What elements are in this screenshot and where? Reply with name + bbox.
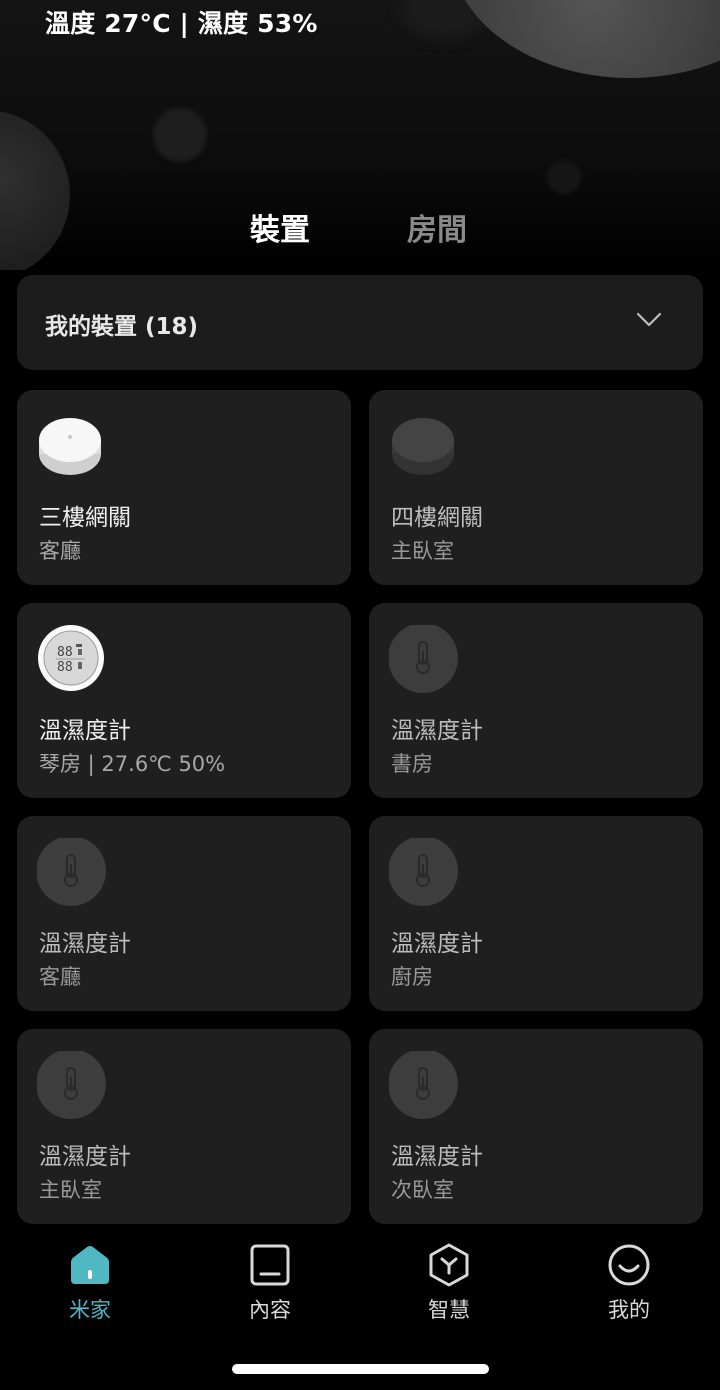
svg-text:88: 88 bbox=[57, 645, 73, 660]
device-room: 廚房 bbox=[391, 965, 433, 989]
thermometer-icon bbox=[388, 1049, 459, 1121]
device-name: 溫濕度計 bbox=[391, 1144, 483, 1170]
device-room: 次臥室 bbox=[391, 1178, 454, 1202]
device-name: 溫濕度計 bbox=[39, 718, 131, 744]
device-card[interactable]: 溫濕度計 客廳 bbox=[17, 816, 351, 1011]
device-group-title: 我的裝置 (18) bbox=[45, 314, 199, 340]
thermo-hygrometer-icon: 88 88 bbox=[37, 625, 107, 695]
device-card[interactable]: 溫濕度計 次臥室 bbox=[369, 1029, 703, 1224]
device-card[interactable]: 88 88 溫濕度計 琴房 | 27.6℃ 50% bbox=[17, 603, 351, 798]
tab-rooms[interactable]: 房間 bbox=[407, 205, 467, 249]
device-card[interactable]: 四樓網關 主臥室 bbox=[369, 390, 703, 585]
svg-text:88: 88 bbox=[57, 660, 73, 675]
device-card[interactable]: 三樓網關 客廳 bbox=[17, 390, 351, 585]
nav-home[interactable]: 米家 bbox=[30, 1242, 150, 1324]
smart-icon bbox=[429, 1243, 469, 1287]
background-blob bbox=[450, 0, 720, 78]
nav-smart-label: 智慧 bbox=[428, 1298, 470, 1322]
device-name: 溫濕度計 bbox=[391, 931, 483, 957]
device-name: 溫濕度計 bbox=[391, 718, 483, 744]
profile-icon bbox=[608, 1244, 650, 1286]
weather-summary: 溫度 27°C | 濕度 53% bbox=[45, 9, 318, 38]
home-indicator[interactable] bbox=[232, 1364, 489, 1374]
device-name: 溫濕度計 bbox=[39, 1144, 131, 1170]
nav-profile-label: 我的 bbox=[608, 1298, 650, 1322]
tab-devices[interactable]: 裝置 bbox=[250, 205, 310, 249]
gateway-dark-icon bbox=[389, 412, 459, 482]
device-name: 三樓網關 bbox=[39, 505, 131, 531]
device-card[interactable]: 溫濕度計 廚房 bbox=[369, 816, 703, 1011]
device-name: 四樓網關 bbox=[391, 505, 483, 531]
chevron-down-icon bbox=[636, 312, 662, 327]
device-name: 溫濕度計 bbox=[39, 931, 131, 957]
gateway-white-icon bbox=[37, 412, 107, 482]
thermometer-icon bbox=[36, 836, 107, 908]
thermometer-icon bbox=[388, 836, 459, 908]
device-room: 主臥室 bbox=[39, 1178, 102, 1202]
home-icon bbox=[71, 1246, 109, 1284]
thermometer-icon bbox=[36, 1049, 107, 1121]
device-room: 客廳 bbox=[39, 539, 81, 563]
nav-home-label: 米家 bbox=[69, 1298, 111, 1322]
device-room: 琴房 | 27.6℃ 50% bbox=[39, 752, 226, 776]
background-blob bbox=[153, 108, 207, 162]
device-card[interactable]: 溫濕度計 主臥室 bbox=[17, 1029, 351, 1224]
nav-profile[interactable]: 我的 bbox=[569, 1242, 689, 1324]
nav-content-label: 內容 bbox=[249, 1298, 291, 1322]
nav-content[interactable]: 內容 bbox=[210, 1242, 330, 1324]
device-room: 客廳 bbox=[39, 965, 81, 989]
device-group-dropdown[interactable]: 我的裝置 (18) bbox=[17, 275, 703, 370]
nav-smart[interactable]: 智慧 bbox=[389, 1242, 509, 1324]
content-icon bbox=[250, 1244, 290, 1286]
background-blob bbox=[547, 160, 581, 194]
device-room: 書房 bbox=[391, 752, 433, 776]
view-tabs: 裝置 房間 bbox=[0, 205, 720, 249]
device-room: 主臥室 bbox=[391, 539, 454, 563]
device-card[interactable]: 溫濕度計 書房 bbox=[369, 603, 703, 798]
thermometer-icon bbox=[388, 623, 459, 695]
